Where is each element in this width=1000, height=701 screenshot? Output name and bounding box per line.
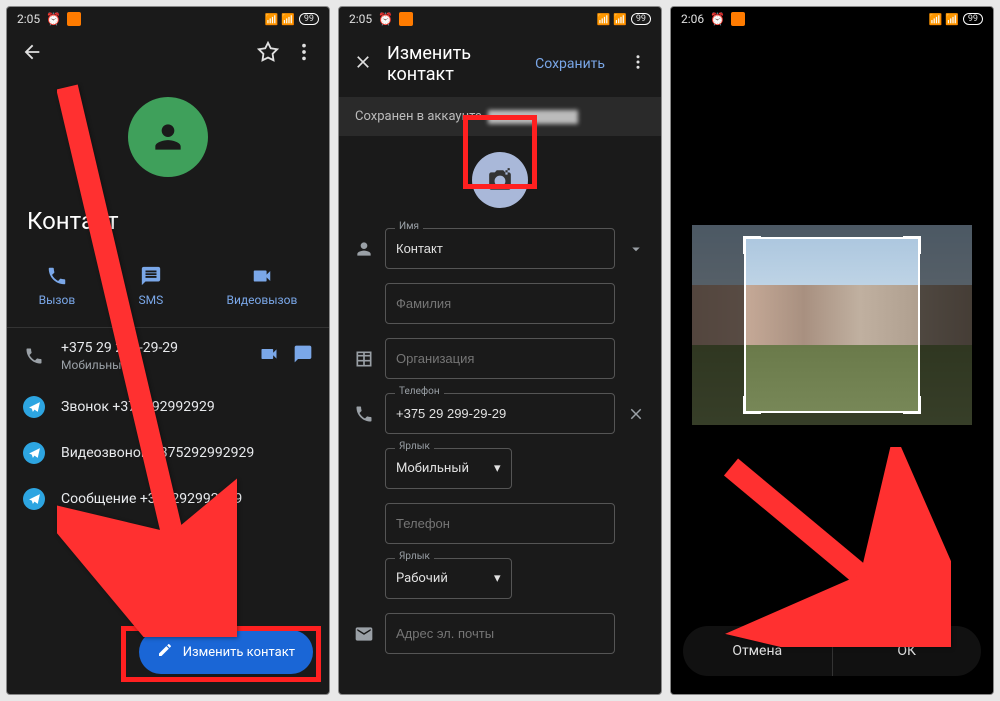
add-photo-button[interactable] (472, 152, 528, 208)
phone-type: Мобильный (61, 358, 243, 372)
video-action[interactable]: Видеовызов (227, 265, 298, 307)
phone-type-select[interactable]: Мобильный▾ (385, 448, 512, 489)
expand-icon[interactable] (625, 240, 647, 258)
save-button[interactable]: Сохранить (535, 56, 605, 72)
crop-buttons: Отмена ОК (683, 626, 981, 676)
crop-handle-tl[interactable] (743, 236, 761, 254)
phone-input[interactable] (385, 393, 615, 434)
photo-preview (692, 225, 972, 425)
photo-container (339, 136, 661, 228)
notification-icon (67, 12, 81, 26)
more-icon[interactable] (629, 53, 647, 75)
call-label: Вызов (39, 293, 76, 307)
sms-action[interactable]: SMS (139, 265, 164, 307)
edit-form: Имя Телефон Ярлык Мо (339, 228, 661, 668)
alarm-icon: ⏰ (710, 12, 725, 26)
pencil-icon (157, 642, 173, 662)
tg-video-label: Видеозвонок +375292992929 (61, 445, 313, 461)
notification-icon (399, 12, 413, 26)
wifi-icon: 📶 (613, 13, 627, 26)
phone-label: Телефон (395, 386, 444, 397)
tag-label: Ярлык (395, 441, 434, 452)
video-label: Видеовызов (227, 293, 298, 307)
account-email-blurred (488, 110, 578, 124)
telegram-icon (23, 488, 45, 510)
ok-button[interactable]: ОК (833, 626, 982, 676)
edit-contact-button[interactable]: Изменить контакт (139, 630, 313, 674)
call-action[interactable]: Вызов (39, 265, 76, 307)
email-icon (353, 624, 375, 644)
account-label: Сохранен в аккаунте (355, 109, 482, 124)
signal-icon: 📶 (264, 13, 277, 26)
edit-button-label: Изменить контакт (183, 645, 295, 660)
edit-title: Изменить контакт (387, 43, 521, 85)
phone-icon (23, 346, 45, 366)
surname-input[interactable] (385, 283, 615, 324)
crop-handle-br[interactable] (903, 396, 921, 414)
sms-label: SMS (139, 293, 164, 307)
phone-icon (353, 404, 375, 424)
crop-handle-bl[interactable] (743, 396, 761, 414)
company-icon (353, 349, 375, 369)
telegram-icon (23, 396, 45, 418)
close-icon[interactable] (353, 52, 373, 76)
person-icon (353, 239, 375, 259)
org-input[interactable] (385, 338, 615, 379)
tag2-label: Ярлык (395, 551, 434, 562)
contact-name: Контакт (7, 207, 329, 255)
phone2-input[interactable] (385, 503, 615, 544)
wifi-icon: 📶 (945, 13, 959, 26)
battery-indicator: 99 (631, 13, 651, 25)
cancel-button[interactable]: Отмена (683, 626, 832, 676)
phone-row[interactable]: +375 29 299-29-29 Мобильный (7, 328, 329, 384)
screen-edit-contact: 2:05 ⏰ 📶 📶 99 Изменить контакт Сохранить… (338, 6, 662, 695)
account-banner: Сохранен в аккаунте (339, 97, 661, 136)
tg-msg-label: Сообщение +375292992929 (61, 491, 313, 507)
phone-type-select-2[interactable]: Рабочий▾ (385, 558, 512, 599)
screen-crop-photo: 2:06 ⏰ 📶 📶 99 (670, 6, 994, 695)
telegram-icon (23, 442, 45, 464)
crop-box[interactable] (744, 237, 920, 413)
telegram-video-row[interactable]: Видеозвонок +375292992929 (7, 430, 329, 476)
signal-icon: 📶 (596, 13, 609, 26)
status-bar: 2:05 ⏰ 📶 📶 99 (7, 7, 329, 31)
status-bar: 2:06 ⏰ 📶 📶 99 (671, 7, 993, 31)
phone-number: +375 29 299-29-29 (61, 340, 243, 356)
battery-indicator: 99 (963, 13, 983, 25)
email-input[interactable] (385, 613, 615, 654)
notification-icon (731, 12, 745, 26)
top-bar (7, 31, 329, 77)
crop-area[interactable] (671, 31, 993, 618)
video-call-icon[interactable] (259, 344, 279, 368)
action-row: Вызов SMS Видеовызов (7, 255, 329, 328)
battery-indicator: 99 (299, 13, 319, 25)
back-icon[interactable] (21, 41, 43, 67)
signal-icon: 📶 (928, 13, 941, 26)
contact-avatar[interactable] (128, 97, 208, 177)
telegram-msg-row[interactable]: Сообщение +375292992929 (7, 476, 329, 522)
screen-contact-view: 2:05 ⏰ 📶 📶 99 Контакт (6, 6, 330, 695)
crop-handle-tr[interactable] (903, 236, 921, 254)
tg-call-label: Звонок +375292992929 (61, 399, 313, 415)
telegram-call-row[interactable]: Звонок +375292992929 (7, 384, 329, 430)
star-icon[interactable] (257, 41, 279, 67)
avatar-container (7, 77, 329, 207)
edit-top-bar: Изменить контакт Сохранить (339, 31, 661, 97)
clock: 2:06 (681, 12, 704, 26)
status-bar: 2:05 ⏰ 📶 📶 99 (339, 7, 661, 31)
more-icon[interactable] (293, 41, 315, 67)
alarm-icon: ⏰ (46, 12, 61, 26)
clear-icon[interactable] (625, 405, 647, 423)
clock: 2:05 (17, 12, 40, 26)
wifi-icon: 📶 (281, 13, 295, 26)
alarm-icon: ⏰ (378, 12, 393, 26)
message-icon[interactable] (293, 344, 313, 368)
name-label: Имя (395, 221, 423, 232)
name-input[interactable] (385, 228, 615, 269)
clock: 2:05 (349, 12, 372, 26)
